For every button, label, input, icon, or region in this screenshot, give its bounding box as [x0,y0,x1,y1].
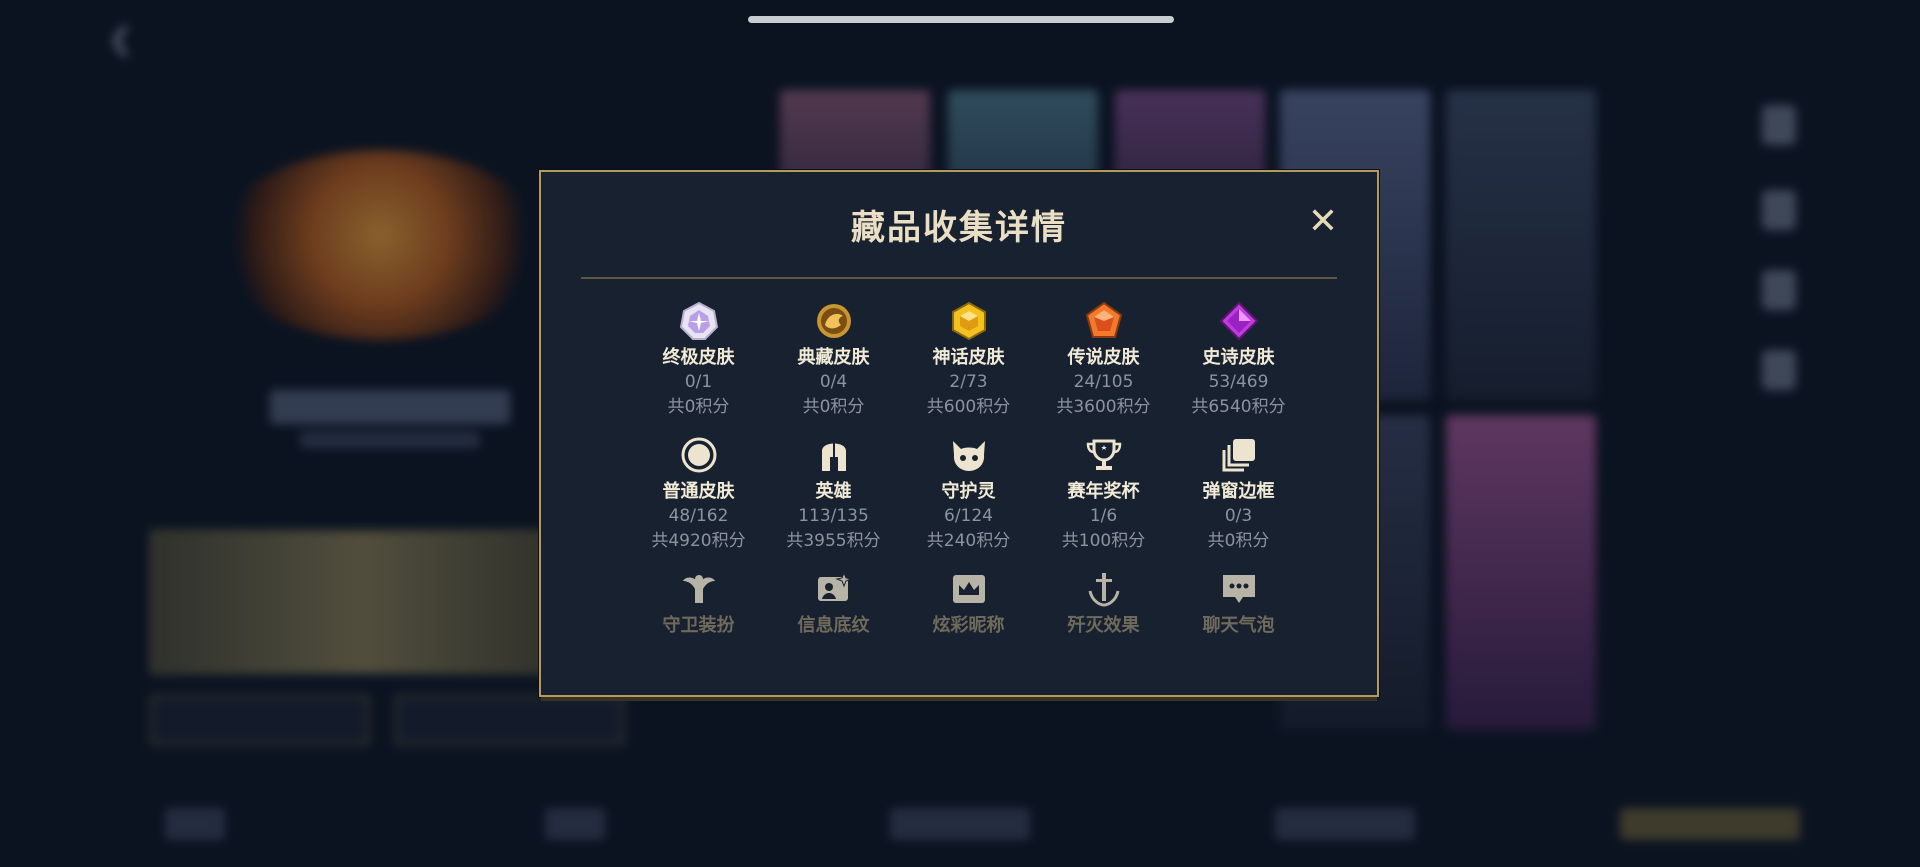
category-count: 48/162 [668,506,729,526]
background-button-left[interactable] [150,695,369,745]
category-label: 歼灭效果 [1067,615,1140,636]
player-name-blurred [270,390,510,424]
category-item[interactable]: 赛年奖杯 1/6 共100积分 [1036,434,1171,554]
skin-card[interactable] [1446,90,1596,400]
guard-outfit-icon [678,568,720,610]
category-count: 2/73 [949,372,988,392]
close-icon[interactable]: ✕ [1305,204,1341,240]
category-points: 共4920积分 [651,531,746,551]
bottom-tab[interactable] [1275,808,1415,840]
profile-emblem [215,150,545,340]
category-count: 0/4 [819,372,848,392]
event-banner[interactable] [150,530,574,674]
category-label: 守卫装扮 [662,615,735,636]
category-label: 信息底纹 [797,615,870,636]
home-indicator [748,16,1174,23]
category-points: 共240积分 [926,531,1011,551]
category-label: 守护灵 [941,481,996,502]
normal-skin-icon [678,434,720,476]
category-count: 53/469 [1208,372,1269,392]
hero-helmet-icon [813,434,855,476]
guardian-spirit-icon [948,434,990,476]
bottom-tab[interactable] [1620,808,1800,840]
background-button-right[interactable] [395,695,624,745]
category-points: 共100积分 [1061,531,1146,551]
side-menu-icon[interactable] [1762,190,1796,230]
bottom-tab[interactable] [165,808,225,840]
category-label: 传说皮肤 [1067,347,1140,368]
category-count: 0/1 [684,372,713,392]
category-count: 24/105 [1073,372,1134,392]
category-item[interactable]: 神话皮肤 2/73 共600积分 [901,300,1036,420]
legend-skin-icon [1083,300,1125,342]
bottom-tab[interactable] [890,808,1030,840]
skin-card[interactable] [1446,415,1596,730]
category-count: 0/3 [1224,506,1253,526]
category-item[interactable]: 守护灵 6/124 共240积分 [901,434,1036,554]
player-subtitle-blurred [300,432,480,448]
category-item[interactable]: 终极皮肤 0/1 共0积分 [631,300,766,420]
myth-skin-icon [948,300,990,342]
back-arrow-icon[interactable]: ❮ [108,22,133,57]
category-label: 弹窗边框 [1202,481,1275,502]
dialog-title: 藏品收集详情 [851,208,1067,248]
colorful-nickname-icon [948,568,990,610]
title-divider [581,277,1337,279]
category-points: 共0积分 [802,397,865,417]
category-label: 典藏皮肤 [797,347,870,368]
category-points: 共0积分 [1207,531,1270,551]
category-label: 聊天气泡 [1202,615,1275,636]
category-label: 终极皮肤 [662,347,735,368]
category-item[interactable]: 弹窗边框 0/3 共0积分 [1171,434,1306,554]
category-label: 英雄 [815,481,852,502]
category-points: 共3955积分 [786,531,881,551]
side-menu-icon[interactable] [1762,270,1796,310]
category-count: 6/124 [944,506,993,526]
category-item[interactable]: 炫彩昵称 [901,568,1036,638]
scroll-fade [581,642,1337,682]
collection-details-dialog: 藏品收集详情 ✕ 终极皮肤 0/1 共0积分 典藏皮肤 0/4 共0积分 神话皮… [539,170,1379,697]
category-item[interactable]: 史诗皮肤 53/469 共6540积分 [1171,300,1306,420]
chat-bubble-icon [1218,568,1260,610]
trophy-icon [1083,434,1125,476]
category-item[interactable]: 歼灭效果 [1036,568,1171,638]
side-menu-icon[interactable] [1762,105,1796,145]
category-label: 赛年奖杯 [1067,481,1140,502]
category-points: 共3600积分 [1056,397,1151,417]
category-points: 共6540积分 [1191,397,1286,417]
bottom-tab[interactable] [545,808,605,840]
category-item[interactable]: 传说皮肤 24/105 共3600积分 [1036,300,1171,420]
category-item[interactable]: 守卫装扮 [631,568,766,638]
collection-grid: 终极皮肤 0/1 共0积分 典藏皮肤 0/4 共0积分 神话皮肤 2/73 共6… [631,300,1303,638]
popup-frame-icon [1218,434,1260,476]
category-points: 共600积分 [926,397,1011,417]
ultimate-skin-icon [678,300,720,342]
info-background-icon [813,568,855,610]
category-item[interactable]: 英雄 113/135 共3955积分 [766,434,901,554]
category-count: 113/135 [798,506,869,526]
collection-skin-icon [813,300,855,342]
epic-skin-icon [1218,300,1260,342]
category-count: 1/6 [1089,506,1118,526]
category-points: 共0积分 [667,397,730,417]
category-label: 史诗皮肤 [1202,347,1275,368]
category-label: 炫彩昵称 [932,615,1005,636]
category-label: 神话皮肤 [932,347,1005,368]
category-item[interactable]: 普通皮肤 48/162 共4920积分 [631,434,766,554]
category-item[interactable]: 典藏皮肤 0/4 共0积分 [766,300,901,420]
annihilation-effect-icon [1083,568,1125,610]
category-item[interactable]: 聊天气泡 [1171,568,1306,638]
category-item[interactable]: 信息底纹 [766,568,901,638]
category-label: 普通皮肤 [662,481,735,502]
side-menu-icon[interactable] [1762,350,1796,390]
